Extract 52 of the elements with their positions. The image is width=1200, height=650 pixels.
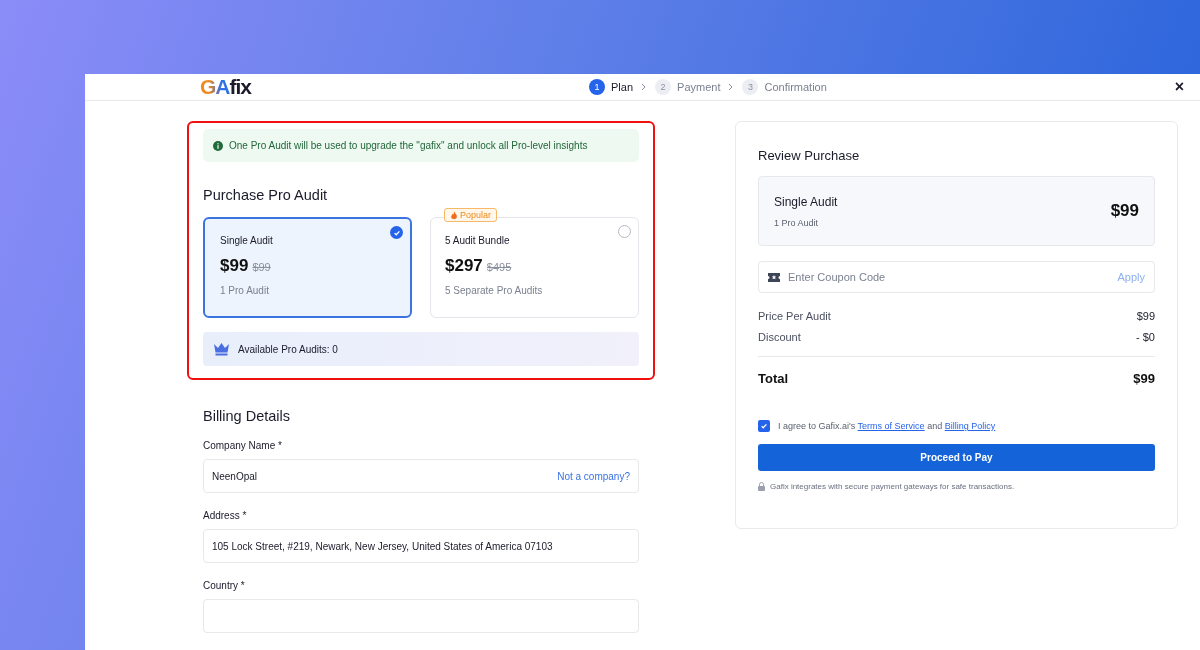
old-price: $99 [252, 261, 271, 273]
input-field[interactable]: NeenOpal Not a company? [203, 459, 639, 493]
secure-note: Gafix integrates with secure payment gateways for safe transactions. [770, 482, 1015, 491]
field-label: Country * [203, 580, 246, 591]
plan-price: $297 [445, 256, 483, 276]
section-title: Billing Details [203, 408, 292, 424]
lock-icon [758, 482, 765, 491]
chevron-right-icon [728, 83, 735, 91]
plan-name: Single Audit [220, 235, 274, 246]
not-company-link[interactable]: Not a company? [557, 470, 630, 482]
flame-icon [450, 210, 458, 220]
agree-checkbox[interactable] [758, 420, 770, 432]
total-label: Total [758, 371, 789, 386]
chevron-right-icon [641, 83, 648, 91]
plan-note: 1 Pro Audit [220, 285, 270, 296]
total-value: $99 [1133, 371, 1155, 386]
plan-price: $99 [220, 256, 249, 276]
crown-icon [213, 342, 230, 356]
item-name: Single Audit [774, 194, 838, 209]
line-label: Discount [758, 331, 801, 343]
close-button[interactable]: × [1174, 78, 1184, 96]
field-label: Company Name * [203, 440, 283, 451]
section-title: Purchase Pro Audit [203, 187, 329, 203]
agree-text: I agree to Gafix.ai's Terms of Service and Billing Policy [778, 421, 996, 431]
line-label: Price Per Audit [758, 310, 831, 322]
available-text: Available Pro Audits: 0 [238, 343, 338, 355]
billing-policy-link[interactable]: Billing Policy [944, 421, 996, 431]
plan-note: 5 Separate Pro Audits [445, 285, 544, 296]
popular-badge: Popular [444, 208, 498, 222]
notice-text: One Pro Audit will be used to upgrade the "gafix" and unlock all Pro-level insights [229, 140, 588, 151]
field-label: Address * [203, 510, 248, 521]
input-field[interactable] [203, 599, 639, 633]
step-tab[interactable]: 2 Payment [655, 79, 721, 95]
input-field[interactable]: 105 Lock Street, #219, Newark, New Jersey, United States of America 07103 [203, 529, 639, 563]
proceed-button[interactable]: Proceed to Pay [758, 444, 1155, 471]
terms-link[interactable]: Terms of Service [857, 421, 925, 431]
old-price: $495 [486, 261, 512, 273]
review-title: Review Purchase [758, 148, 861, 163]
step-tab[interactable]: 3 Confirmation [742, 79, 827, 95]
step-tab[interactable]: 1 Plan [589, 79, 634, 95]
plan-name: 5 Audit Bundle [445, 235, 511, 246]
radio-icon[interactable] [390, 226, 403, 239]
check-icon [760, 422, 768, 430]
ticket-icon [768, 272, 780, 282]
info-icon [213, 140, 223, 151]
item-note: 1 Pro Audit [774, 217, 820, 228]
item-price: $99 [1110, 201, 1139, 221]
plan-card[interactable]: Single Audit $99 $99 1 Pro Audit [203, 217, 412, 318]
line-value: $99 [1136, 310, 1155, 322]
line-value: - $0 [1136, 331, 1155, 343]
check-icon [392, 228, 401, 237]
radio-icon[interactable] [618, 225, 631, 238]
